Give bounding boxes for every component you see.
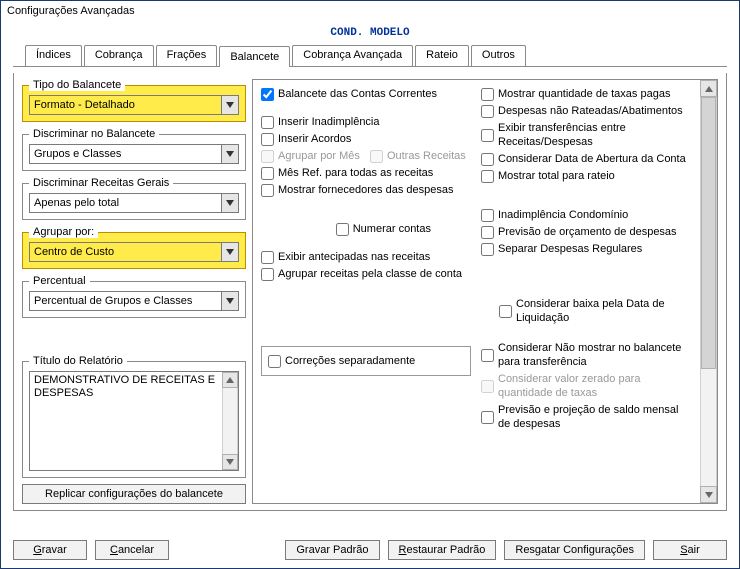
check-inserir-acordos[interactable]: Inserir Acordos [261,131,471,147]
combo-percentual-value: Percentual de Grupos e Classes [34,295,192,307]
textarea-scrollbar[interactable] [222,372,238,470]
tab-fracoes[interactable]: Frações [156,45,218,66]
window: Configurações Avançadas COND. MODELO Índ… [0,0,740,569]
replicar-button[interactable]: Replicar configurações do balancete [22,484,246,504]
group-receitas-gerais: Discriminar Receitas Gerais Apenas pelo … [22,177,246,220]
check-considerar-baixa[interactable]: Considerar baixa pela Data de Liquidação [499,296,691,326]
check-balancete-cc[interactable]: Balancete das Contas Correntes [261,86,471,102]
check-mostrar-qtd-taxas[interactable]: Mostrar quantidade de taxas pagas [481,86,691,102]
gravar-padrao-button[interactable]: Gravar Padrão [285,540,379,560]
combo-percentual[interactable]: Percentual de Grupos e Classes [29,291,239,311]
group-discriminar: Discriminar no Balancete Grupos e Classe… [22,128,246,171]
chevron-down-icon [221,96,238,114]
resgatar-button[interactable]: Resgatar Configurações [504,540,645,560]
tab-rateio[interactable]: Rateio [415,45,469,66]
group-tipo-balancete: Tipo do Balancete Formato - Detalhado [22,79,246,122]
check-mostrar-forn[interactable]: Mostrar fornecedores das despesas [261,182,471,198]
chevron-down-icon [221,292,238,310]
combo-tipo-balancete[interactable]: Formato - Detalhado [29,95,239,115]
combo-discriminar-value: Grupos e Classes [34,148,121,160]
tab-cobranca[interactable]: Cobrança [84,45,154,66]
check-inserir-inad[interactable]: Inserir Inadimplência [261,114,471,130]
check-considerar-abertura[interactable]: Considerar Data de Abertura da Conta [481,151,691,167]
tab-outros[interactable]: Outros [471,45,526,66]
right-panel: Balancete das Contas Correntes Inserir I… [252,79,718,504]
legend-receitas-gerais: Discriminar Receitas Gerais [29,177,173,189]
textarea-titulo[interactable]: DEMONSTRATIVO DE RECEITAS E DESPESAS [29,371,239,471]
group-agrupar: Agrupar por: Centro de Custo [22,226,246,269]
chevron-up-icon [700,80,717,97]
check-inad-condominio[interactable]: Inadimplência Condomínio [481,207,691,223]
tab-indices[interactable]: Índices [25,45,82,66]
check-exibir-transf[interactable]: Exibir transferências entre Receitas/Des… [481,120,691,150]
legend-tipo-balancete: Tipo do Balancete [29,79,125,91]
check-considerar-zero: Considerar valor zerado para quantidade … [481,371,691,401]
group-titulo: Título do Relatório DEMONSTRATIVO DE REC… [22,355,246,478]
check-desp-nao-rat[interactable]: Despesas não Rateadas/Abatimentos [481,103,691,119]
check-correcoes-sep[interactable]: Correções separadamente [268,353,464,369]
chevron-up-icon [222,372,238,388]
sair-button[interactable]: Sair [653,540,727,560]
combo-receitas-gerais-value: Apenas pelo total [34,197,119,209]
subtitle: COND. MODELO [1,23,739,45]
chevron-down-icon [221,194,238,212]
check-mostrar-total-rateio[interactable]: Mostrar total para rateio [481,168,691,184]
check-previsao-orc[interactable]: Previsão de orçamento de despesas [481,224,691,240]
chevron-down-icon [700,486,717,503]
chevron-down-icon [221,243,238,261]
tab-strip: Índices Cobrança Frações Balancete Cobra… [13,45,727,67]
check-agrupar-classe[interactable]: Agrupar receitas pela classe de conta [261,266,471,282]
restaurar-padrao-button[interactable]: Restaurar Padrão [388,540,497,560]
cancelar-button[interactable]: Cancelar [95,540,169,560]
check-outras-receitas: Outras Receitas [370,148,466,164]
chevron-down-icon [221,145,238,163]
group-percentual: Percentual Percentual de Grupos e Classe… [22,275,246,318]
combo-discriminar[interactable]: Grupos e Classes [29,144,239,164]
combo-tipo-balancete-value: Formato - Detalhado [34,99,135,111]
check-numerar[interactable]: Numerar contas [261,221,471,237]
window-title: Configurações Avançadas [1,1,739,23]
legend-discriminar: Discriminar no Balancete [29,128,159,140]
combo-receitas-gerais[interactable]: Apenas pelo total [29,193,239,213]
check-considerar-nao-mostrar[interactable]: Considerar Não mostrar no balancete para… [481,340,691,370]
tab-balancete[interactable]: Balancete [219,46,290,67]
check-agrupar-mes: Agrupar por Mês [261,148,360,164]
check-separar-desp[interactable]: Separar Despesas Regulares [481,241,691,257]
legend-percentual: Percentual [29,275,90,287]
group-correcoes: Correções separadamente [261,346,471,376]
check-mes-ref[interactable]: Mês Ref. para todas as receitas [261,165,471,181]
legend-titulo: Título do Relatório [29,355,127,367]
gravar-button[interactable]: Gravar [13,540,87,560]
chevron-down-icon [222,454,238,470]
left-column: Tipo do Balancete Formato - Detalhado Di… [22,79,246,504]
combo-agrupar[interactable]: Centro de Custo [29,242,239,262]
tab-pane-balancete: Tipo do Balancete Formato - Detalhado Di… [13,73,727,511]
scrollbar-thumb[interactable] [701,97,716,369]
check-exibir-antecip[interactable]: Exibir antecipadas nas receitas [261,249,471,265]
footer-buttons: Gravar Cancelar Gravar Padrão Restaurar … [13,540,727,560]
tab-cobranca-avancada[interactable]: Cobrança Avançada [292,45,413,66]
panel-scrollbar[interactable] [700,80,717,503]
combo-agrupar-value: Centro de Custo [34,246,114,258]
check-previsao-proj[interactable]: Previsão e projeção de saldo mensal de d… [481,402,691,432]
legend-agrupar: Agrupar por: [29,226,98,238]
